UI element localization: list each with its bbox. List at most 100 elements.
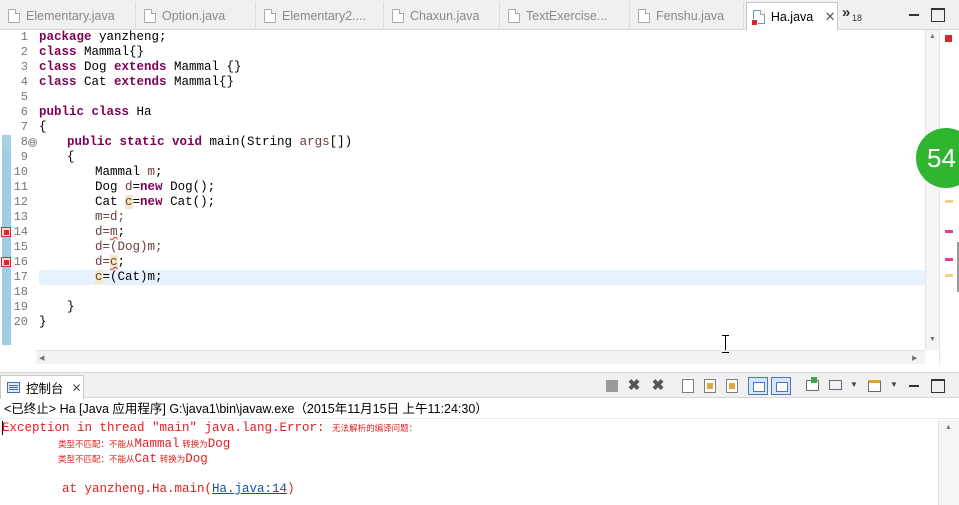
line-number: 10 — [13, 165, 28, 179]
line-number: 13 — [13, 210, 28, 224]
scroll-left-icon[interactable]: ◀ — [39, 354, 44, 362]
overview-ruler[interactable] — [939, 30, 959, 365]
line-number: 15 — [13, 240, 28, 254]
line-number-gutter: 1 2 3 4 5 6 7 8 9 10 11 12 13 14 15 16 1… — [0, 30, 37, 350]
maximize-icon[interactable] — [931, 379, 945, 393]
console-line: 类型不匹配：不能从Mammal 转换为Dog — [58, 437, 231, 451]
tab-elementary-java[interactable]: Elementary.java — [2, 2, 136, 30]
console-output[interactable]: Exception in thread "main" java.lang.Err… — [0, 420, 938, 505]
tab-textexercise-java[interactable]: TextExercise... — [502, 2, 630, 30]
error-marker[interactable] — [945, 230, 953, 233]
java-file-icon — [392, 9, 404, 23]
line-number: 11 — [13, 180, 28, 194]
error-marker-icon[interactable] — [1, 227, 11, 237]
error-marker-icon[interactable] — [1, 257, 11, 267]
code-line: { — [67, 150, 75, 164]
open-console-icon[interactable] — [868, 380, 881, 392]
java-file-icon — [144, 9, 156, 23]
maximize-icon[interactable] — [931, 8, 945, 22]
code-line-error: d=m; — [95, 225, 126, 239]
tab-console[interactable]: 控制台 ✕ — [0, 375, 84, 399]
tab-label: Chaxun.java — [410, 9, 480, 23]
line-number: 19 — [13, 300, 28, 314]
console-tab-label: 控制台 — [26, 382, 64, 396]
show-stdout-icon[interactable] — [748, 377, 768, 395]
java-file-icon — [8, 9, 20, 23]
error-marker[interactable] — [945, 258, 953, 261]
tab-ha-java[interactable]: Ha.java ✕ — [746, 2, 838, 31]
hidden-tabs-count: 18 — [852, 13, 863, 23]
chevron-down-icon[interactable]: ▼ — [890, 380, 898, 396]
code-line: class Mammal{} — [39, 45, 145, 59]
editor-tab-bar: Elementary.java Option.java Elementary2.… — [0, 0, 959, 31]
tab-label: Option.java — [162, 9, 226, 23]
line-number: 18 — [13, 285, 28, 299]
tab-elementary2-java[interactable]: Elementary2.... — [258, 2, 384, 30]
line-number: 3 — [20, 60, 28, 74]
scroll-right-icon[interactable]: ▶ — [912, 354, 917, 362]
code-line: class Dog extends Mammal {} — [39, 60, 242, 74]
scroll-up-icon[interactable]: ▲ — [945, 424, 952, 431]
occurrence-marker[interactable] — [945, 274, 953, 277]
pin-console-icon[interactable] — [806, 377, 819, 391]
code-line: m=d; — [95, 210, 126, 224]
clear-console-icon[interactable] — [682, 379, 694, 393]
close-icon[interactable]: ✕ — [72, 381, 82, 395]
tab-option-java[interactable]: Option.java — [138, 2, 256, 30]
minimize-icon[interactable] — [907, 379, 921, 393]
code-line: public class Ha — [39, 105, 152, 119]
more-tabs-icon[interactable]: » — [842, 4, 851, 21]
tab-label: Elementary.java — [26, 9, 115, 23]
code-text-area[interactable]: package yanzheng; class Mammal{} class D… — [39, 30, 925, 350]
minimize-icon[interactable] — [907, 8, 921, 22]
tab-chaxun-java[interactable]: Chaxun.java — [386, 2, 500, 30]
mouse-ibeam-cursor — [722, 335, 729, 353]
code-line: public static void main(String args[]) — [67, 135, 353, 149]
scroll-lock-icon[interactable] — [704, 379, 716, 393]
remove-all-terminated-icon[interactable]: ✖ — [650, 378, 666, 394]
stack-trace-link[interactable]: Ha.java:14 — [212, 482, 287, 496]
change-ruler — [2, 150, 11, 345]
collapse-fold-icon[interactable]: ⊖ — [28, 138, 37, 147]
editor-horizontal-scrollbar[interactable]: ◀ ▶ — [36, 350, 925, 364]
code-line: Dog d=new Dog(); — [95, 180, 216, 194]
code-line: { — [39, 120, 47, 134]
tab-label: Elementary2.... — [282, 9, 367, 23]
show-stderr-icon[interactable] — [771, 377, 791, 395]
code-line: d=(Dog)m; — [95, 240, 163, 254]
editor-vertical-scrollbar[interactable]: ▲ ▼ — [925, 30, 939, 350]
chevron-down-icon[interactable]: ▼ — [850, 380, 858, 396]
error-summary-icon[interactable] — [945, 35, 952, 42]
code-line-error: d=c; — [95, 255, 126, 269]
line-number: 5 — [20, 90, 28, 104]
tab-fenshu-java[interactable]: Fenshu.java — [632, 2, 744, 30]
code-line: } — [39, 315, 47, 329]
close-icon[interactable]: ✕ — [823, 10, 837, 24]
line-number: 12 — [13, 195, 28, 209]
tab-label: TextExercise... — [526, 9, 608, 23]
remove-launch-icon[interactable]: ✖ — [626, 378, 642, 394]
scroll-up-icon[interactable]: ▲ — [929, 33, 936, 40]
display-console-icon[interactable] — [829, 380, 842, 390]
line-number: 7 — [20, 120, 28, 134]
line-number: 16 — [13, 255, 28, 269]
change-ruler — [2, 135, 11, 150]
line-number: 1 — [20, 30, 28, 44]
line-number: 4 — [20, 75, 28, 89]
console-icon — [7, 382, 20, 393]
console-vertical-scrollbar[interactable]: ▲ — [938, 420, 959, 505]
terminate-icon[interactable] — [606, 380, 618, 392]
scroll-down-icon[interactable]: ▼ — [929, 336, 936, 343]
code-editor[interactable]: 1 2 3 4 5 6 7 8 9 10 11 12 13 14 15 16 1… — [0, 30, 959, 365]
line-number: 6 — [20, 105, 28, 119]
java-file-icon — [508, 9, 520, 23]
code-line: Cat c=new Cat(); — [95, 195, 216, 209]
occurrence-marker[interactable] — [945, 200, 953, 203]
java-file-icon — [264, 9, 276, 23]
line-number: 8 — [20, 135, 28, 149]
show-on-output-icon[interactable] — [726, 379, 738, 393]
java-file-icon — [638, 9, 650, 23]
line-number: 17 — [13, 270, 28, 284]
console-line: 类型不匹配：不能从Cat 转换为Dog — [58, 452, 208, 466]
text-caret — [2, 421, 3, 435]
